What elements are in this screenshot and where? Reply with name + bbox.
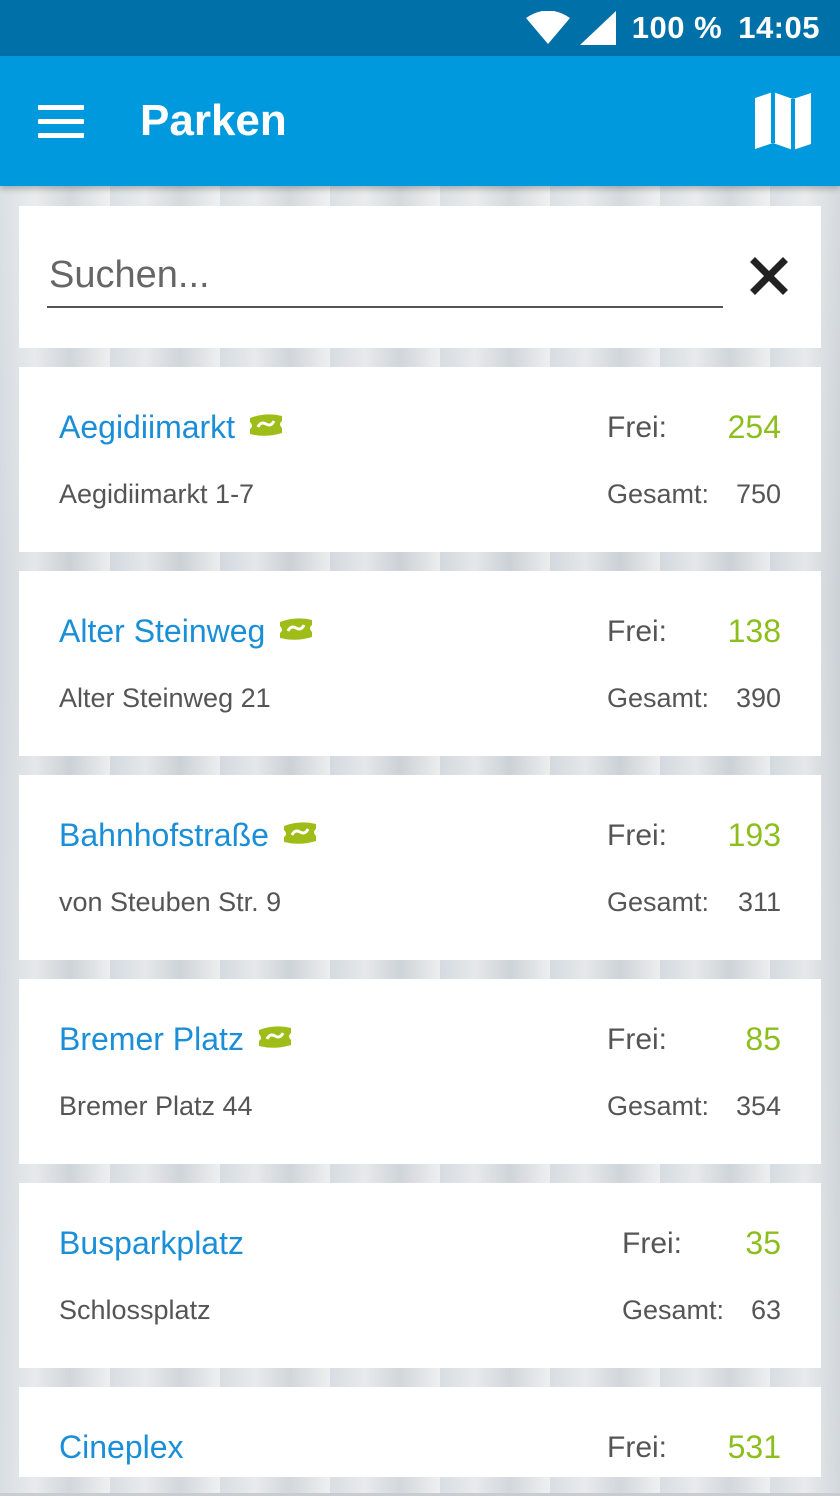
parking-name: Cineplex <box>59 1429 184 1466</box>
parking-name: Aegidiimarkt <box>59 409 285 446</box>
parking-card[interactable]: Busparkplatz Schlossplatz Frei: 35 Gesam… <box>19 1183 821 1368</box>
free-value: 531 <box>727 1429 781 1465</box>
free-label: Frei: <box>607 615 667 648</box>
free-value: 138 <box>727 613 781 649</box>
ticket-icon <box>280 617 313 640</box>
parking-name: Bremer Platz <box>59 1021 294 1058</box>
parking-name-text: Bahnhofstraße <box>59 817 269 853</box>
total-value: 750 <box>735 479 781 509</box>
total-label: Gesamt: <box>622 1295 725 1325</box>
parking-card[interactable]: Cineplex Frei: 531 <box>19 1387 821 1477</box>
clear-search-button[interactable] <box>749 256 789 296</box>
parking-list: Aegidiimarkt Aegidiimarkt 1-7 Frei: 254 … <box>19 367 821 1496</box>
parking-address: Schlossplatz <box>59 1295 211 1325</box>
signal-icon <box>579 11 616 45</box>
total-value: 390 <box>735 683 781 713</box>
free-label: Frei: <box>607 411 667 444</box>
total-value: 311 <box>737 887 781 917</box>
parking-name-text: Aegidiimarkt <box>59 409 236 445</box>
free-value: 35 <box>745 1225 781 1261</box>
parking-name-text: Busparkplatz <box>59 1225 244 1261</box>
menu-icon-bar <box>38 132 84 138</box>
free-value: 85 <box>745 1021 781 1057</box>
ticket-icon <box>283 821 316 844</box>
free-label: Frei: <box>607 1431 667 1464</box>
parking-card[interactable]: Bremer Platz Bremer Platz 44 Frei: 85 Ge… <box>19 979 821 1164</box>
free-label: Frei: <box>622 1227 682 1260</box>
page-title: Parken <box>140 96 287 145</box>
menu-button[interactable] <box>38 94 92 148</box>
parking-card[interactable]: Aegidiimarkt Aegidiimarkt 1-7 Frei: 254 … <box>19 367 821 552</box>
search-input[interactable] <box>47 250 723 308</box>
parking-name-text: Cineplex <box>59 1429 184 1465</box>
menu-icon-bar <box>38 118 84 124</box>
battery-text: 100 % <box>631 10 723 45</box>
app-bar: Parken <box>0 56 840 186</box>
free-label: Frei: <box>607 1023 667 1056</box>
menu-icon <box>38 104 84 110</box>
clock: 14:05 <box>738 10 820 45</box>
parking-name-text: Bremer Platz <box>59 1021 244 1057</box>
free-value: 254 <box>727 409 781 445</box>
parking-name: Busparkplatz <box>59 1225 244 1262</box>
free-value: 193 <box>727 817 781 853</box>
free-label: Frei: <box>607 819 667 852</box>
total-label: Gesamt: <box>607 887 710 917</box>
parking-name-text: Alter Steinweg <box>59 613 266 649</box>
map-icon <box>755 92 811 150</box>
status-right: 100 % 14:05 <box>525 0 820 56</box>
total-value: 63 <box>750 1295 781 1325</box>
parking-name: Alter Steinweg <box>59 613 315 650</box>
search-card <box>19 206 821 348</box>
ticket-icon <box>250 413 283 436</box>
total-label: Gesamt: <box>607 683 710 713</box>
wifi-icon <box>525 11 570 44</box>
map-button[interactable] <box>752 90 814 152</box>
status-bar: 100 % 14:05 <box>0 0 840 56</box>
total-label: Gesamt: <box>607 1091 710 1121</box>
ticket-icon <box>258 1025 291 1048</box>
close-icon <box>750 257 788 295</box>
parking-address: Alter Steinweg 21 <box>59 683 271 713</box>
total-label: Gesamt: <box>607 479 710 509</box>
status-icons <box>525 11 616 45</box>
parking-address: Aegidiimarkt 1-7 <box>59 479 255 509</box>
parking-address: von Steuben Str. 9 <box>59 887 282 917</box>
parking-name: Bahnhofstraße <box>59 817 319 854</box>
parking-card[interactable]: Alter Steinweg Alter Steinweg 21 Frei: 1… <box>19 571 821 756</box>
total-value: 354 <box>735 1091 781 1121</box>
parking-address: Bremer Platz 44 <box>59 1091 253 1121</box>
parking-card[interactable]: Bahnhofstraße von Steuben Str. 9 Frei: 1… <box>19 775 821 960</box>
